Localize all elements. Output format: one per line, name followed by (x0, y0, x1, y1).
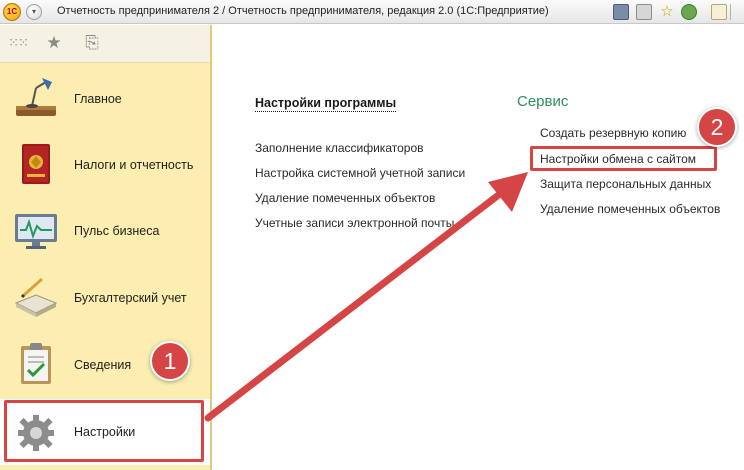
link-create-backup[interactable]: Создать резервную копию (540, 126, 686, 140)
history-icon[interactable]: ⎘ (82, 33, 102, 53)
add-favorite-icon[interactable]: ☆ (659, 4, 675, 20)
desk-lamp-icon (16, 78, 56, 116)
settings-panel: Настройки программы Заполнение классифик… (214, 25, 744, 470)
print-icon[interactable] (636, 4, 652, 20)
sidebar-item-main[interactable]: Главное (0, 66, 210, 132)
toolbar-separator (730, 4, 731, 20)
link-service-delete-marked[interactable]: Удаление помеченных объектов (540, 202, 720, 216)
apps-grid-icon[interactable]: ⁙⁙ (8, 33, 29, 53)
ledger-pen-icon (14, 277, 58, 317)
link-delete-marked[interactable]: Удаление помеченных объектов (255, 191, 435, 205)
program-settings-title: Настройки программы (255, 96, 397, 112)
sidebar-item-label: Бухгалтерский учет (74, 291, 187, 305)
service-title: Сервис (517, 93, 569, 110)
sidebar-item-accounting[interactable]: Бухгалтерский учет (0, 265, 210, 331)
sidebar-item-label: Настройки (74, 425, 136, 439)
sidebar-item-taxes[interactable]: Налоги и отчетность (0, 132, 210, 198)
sidebar-item-business-pulse[interactable]: Пульс бизнеса (0, 198, 210, 264)
document-list-icon[interactable] (711, 4, 727, 20)
sidebar-item-label: Главное (74, 92, 122, 106)
favorites-star-icon[interactable]: ★ (44, 33, 64, 53)
window-title: Отчетность предпринимателя 2 / Отчетност… (57, 5, 549, 17)
navigate-icon[interactable] (681, 4, 697, 20)
tax-book-icon (22, 144, 50, 184)
link-personal-data-protection[interactable]: Защита персональных данных (540, 177, 711, 191)
sidebar-toolbar: ⁙⁙ ★ ⎘ (0, 25, 210, 63)
link-classifiers[interactable]: Заполнение классификаторов (255, 141, 424, 155)
link-system-account[interactable]: Настройка системной учетной записи (255, 166, 465, 180)
clipboard-check-icon (21, 343, 51, 384)
sidebar-item-info[interactable]: Сведения (0, 332, 210, 398)
save-icon[interactable] (613, 4, 629, 20)
app-logo: 1С (3, 3, 21, 21)
link-site-exchange-settings[interactable]: Настройки обмена с сайтом (540, 152, 696, 166)
title-bar: 1С ▾ Отчетность предпринимателя 2 / Отче… (0, 0, 744, 24)
monitor-chart-icon (15, 214, 57, 249)
sidebar-item-label: Сведения (74, 358, 132, 372)
sidebar-item-label: Налоги и отчетность (74, 158, 194, 172)
sidebar-item-label: Пульс бизнеса (74, 224, 160, 238)
link-email-accounts[interactable]: Учетные записи электронной почты (255, 216, 454, 230)
sections-sidebar: ⁙⁙ ★ ⎘ Главное Налоги и отчетность Пульс… (0, 25, 212, 470)
gear-icon (18, 415, 54, 451)
sidebar-item-settings[interactable]: Настройки (0, 399, 210, 465)
main-menu-button[interactable]: ▾ (26, 4, 42, 20)
